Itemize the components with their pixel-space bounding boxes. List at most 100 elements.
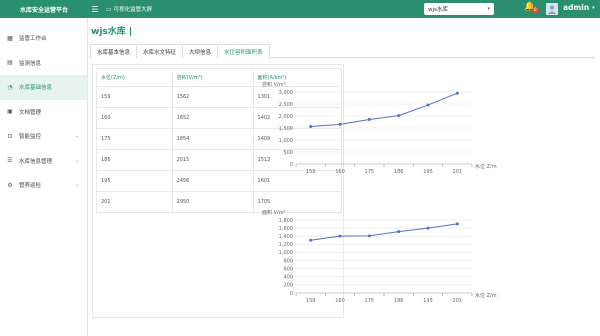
area-chart-svg: 面积 V/m² 0 200 400 600 800 1,000 1,200 1,400 1,600… bbox=[262, 209, 497, 304]
x-tick-label: 201 bbox=[453, 169, 463, 175]
table-cell: 160 bbox=[96, 107, 173, 129]
x-tick-label: 159 bbox=[306, 298, 316, 304]
document-icon: ▤ bbox=[7, 59, 13, 67]
data-point bbox=[338, 122, 342, 126]
x-axis-label: 水位 Z/m bbox=[475, 163, 497, 170]
user-icon bbox=[548, 5, 556, 14]
menu-toggle-icon[interactable]: ☰ bbox=[88, 5, 102, 14]
y-tick-label: 800 bbox=[283, 258, 293, 264]
table-cell: 1562 bbox=[171, 86, 254, 108]
y-axis-label: 容积 V/m³ bbox=[262, 81, 286, 88]
sidebar-item-label: 水库基础信息 bbox=[19, 85, 53, 92]
y-tick-label: 1,600 bbox=[279, 226, 293, 232]
sidebar: ▦ 监管工作台 ▤ 监测信息 ◔ 水库基础信息 ▣ 文档管理 ⊡ 智能监控 ⌄ … bbox=[0, 18, 88, 336]
sidebar-item-inspection[interactable]: ⚙ 管养巡检 ⌄ bbox=[0, 173, 87, 198]
sidebar-item-smart-monitor[interactable]: ⊡ 智能监控 ⌄ bbox=[0, 124, 87, 149]
tab-level-volume-area[interactable]: 水位容积面积表 bbox=[217, 44, 270, 58]
y-tick-label: 1,000 bbox=[279, 250, 293, 256]
reservoir-select-value: wjs水库 bbox=[428, 7, 448, 13]
data-point bbox=[338, 234, 342, 238]
table-cell: 1652 bbox=[171, 107, 254, 129]
page-title: wjs水库 | bbox=[91, 27, 133, 37]
x-tick-label: 175 bbox=[365, 169, 375, 175]
x-tick-label: 201 bbox=[453, 298, 463, 304]
y-tick-label: 0 bbox=[290, 291, 293, 297]
y-tick-label: 2,500 bbox=[279, 102, 293, 108]
tab-basic-info[interactable]: 水库基本信息 bbox=[90, 44, 138, 58]
grid-icon: ▦ bbox=[7, 34, 13, 42]
x-tick-label: 195 bbox=[423, 298, 433, 304]
x-tick-label: 159 bbox=[306, 169, 316, 175]
table-cell: 195 bbox=[96, 170, 173, 192]
camera-icon: ⊡ bbox=[7, 132, 13, 140]
sidebar-item-monitoring[interactable]: ▤ 监测信息 bbox=[0, 51, 87, 76]
x-tick-label: 195 bbox=[423, 169, 433, 175]
y-tick-label: 500 bbox=[283, 150, 293, 156]
pie-chart-icon: ◔ bbox=[7, 83, 13, 91]
bigscreen-label: 可视化监管大屏 bbox=[113, 7, 153, 13]
tab-dam-info[interactable]: 大坝信息 bbox=[182, 44, 219, 58]
volume-chart-svg: 容积 V/m³ 0 500 1,000 1,500 2,000 2,500 3,000 159 1… bbox=[262, 81, 497, 175]
column-header: 水位(Z/m) bbox=[96, 68, 173, 87]
table-cell: 2456 bbox=[171, 170, 254, 192]
data-point bbox=[426, 226, 430, 230]
data-point bbox=[309, 238, 313, 242]
y-tick-label: 600 bbox=[283, 266, 293, 272]
y-tick-label: 1,500 bbox=[279, 126, 293, 132]
table-cell: 159 bbox=[96, 86, 173, 108]
sidebar-item-label: 监测信息 bbox=[19, 60, 42, 67]
chevron-down-icon: ▾ bbox=[487, 6, 490, 12]
y-tick-label: 200 bbox=[283, 283, 293, 289]
username: admin bbox=[563, 3, 590, 12]
sidebar-item-documents[interactable]: ▣ 文档管理 bbox=[0, 100, 87, 125]
volume-chart: 容积 V/m³ 0 500 1,000 1,500 2,000 2,500 3,000 159 1… bbox=[260, 60, 508, 178]
chevron-down-icon: ⌄ bbox=[74, 157, 79, 164]
top-bar: 水库安全运营平台 ☰ ▭ 可视化监管大屏 bbox=[0, 0, 600, 18]
sidebar-item-dashboard[interactable]: ▦ 监管工作台 bbox=[0, 26, 87, 51]
series-line bbox=[310, 223, 458, 241]
y-axis-label: 面积 V/m² bbox=[262, 209, 286, 216]
tab-hydrology[interactable]: 水库水文特征 bbox=[136, 44, 184, 58]
table-cell: 1854 bbox=[171, 128, 254, 150]
notification-badge: 0 bbox=[532, 7, 539, 13]
bigscreen-link[interactable]: ▭ 可视化监管大屏 bbox=[106, 5, 153, 14]
y-tick-label: 1,400 bbox=[279, 234, 293, 240]
monitor-icon: ▭ bbox=[106, 5, 112, 13]
y-tick-label: 2,000 bbox=[279, 114, 293, 120]
x-axis-label: 水位 Z/m bbox=[475, 292, 497, 299]
data-point bbox=[367, 234, 371, 238]
y-tick-label: 1,200 bbox=[279, 242, 293, 248]
data-point bbox=[426, 103, 430, 107]
x-tick-label: 186 bbox=[394, 298, 404, 304]
reservoir-select[interactable]: wjs水库 ▾ bbox=[424, 3, 494, 15]
x-tick-label: 186 bbox=[394, 169, 404, 175]
sidebar-item-label: 水库信息管理 bbox=[19, 158, 53, 165]
data-point bbox=[397, 230, 401, 234]
table-cell: 175 bbox=[96, 128, 173, 150]
user-menu[interactable]: admin ▾ bbox=[563, 3, 595, 12]
chevron-down-icon: ⌄ bbox=[74, 133, 79, 140]
x-tick-label: 160 bbox=[335, 298, 345, 304]
app-title: 水库安全运营平台 bbox=[19, 6, 68, 14]
y-tick-label: 0 bbox=[290, 162, 293, 168]
sidebar-item-label: 智能监控 bbox=[19, 134, 42, 141]
data-point bbox=[397, 114, 401, 118]
data-point bbox=[455, 222, 459, 226]
avatar[interactable] bbox=[546, 3, 558, 15]
chevron-down-icon: ▾ bbox=[592, 4, 595, 11]
database-icon: ☰ bbox=[7, 157, 13, 165]
table-cell: 2950 bbox=[171, 191, 254, 213]
data-point bbox=[367, 118, 371, 122]
table-cell: 2015 bbox=[171, 149, 254, 171]
tab-bar: 水库基本信息 水库水文特征 大坝信息 水位容积面积表 bbox=[90, 44, 595, 58]
y-tick-label: 1,800 bbox=[279, 218, 293, 224]
sidebar-item-reservoir-manage[interactable]: ☰ 水库信息管理 ⌄ bbox=[0, 149, 87, 174]
table-cell: 201 bbox=[96, 191, 173, 213]
data-point bbox=[455, 91, 459, 95]
chevron-down-icon: ⌄ bbox=[74, 182, 79, 189]
data-point bbox=[309, 125, 313, 129]
y-tick-label: 3,000 bbox=[279, 90, 293, 96]
gear-icon: ⚙ bbox=[7, 181, 13, 189]
sidebar-item-reservoir-basic[interactable]: ◔ 水库基础信息 bbox=[0, 75, 87, 100]
sidebar-item-label: 监管工作台 bbox=[19, 36, 47, 43]
